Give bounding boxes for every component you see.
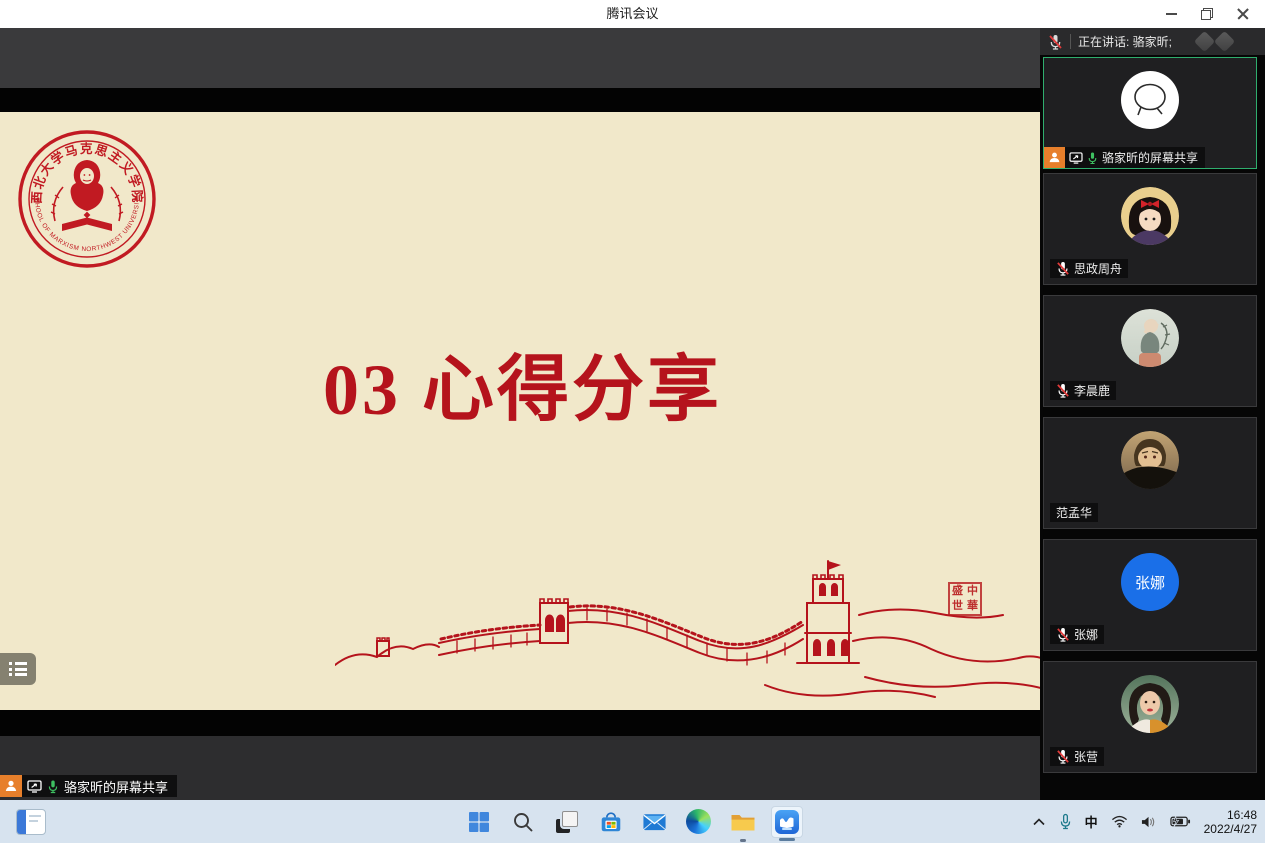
mail-icon xyxy=(642,811,667,833)
clock-time: 16:48 xyxy=(1204,808,1257,822)
mic-muted-icon xyxy=(1056,261,1070,276)
windows-logo-icon xyxy=(468,811,490,833)
seal-char: 盛 xyxy=(950,584,965,599)
participant-name: 思政周舟 xyxy=(1074,260,1122,277)
sharer-name: 骆家昕的屏幕共享 xyxy=(64,777,168,796)
slide-title: 03 心得分享 xyxy=(0,330,1045,435)
letterbox-top xyxy=(0,88,1045,112)
folder-icon xyxy=(730,810,756,833)
participant-label: 骆家昕的屏幕共享 xyxy=(1044,147,1205,168)
avatar-pale-illustration xyxy=(1121,309,1179,367)
minimize-button[interactable] xyxy=(1153,0,1189,28)
shared-screen-view: 西北大学马克思主义学院 SCHOOL OF MARXISM NORTHWEST … xyxy=(0,28,1045,800)
minimize-icon xyxy=(1166,13,1177,15)
avatar-initials: 张娜 xyxy=(1121,553,1179,611)
avatar-initials-text: 张娜 xyxy=(1135,572,1165,593)
participant-name: 骆家昕的屏幕共享 xyxy=(1102,149,1198,166)
speaking-header: 正在讲话: 骆家昕; xyxy=(1040,28,1265,55)
close-icon xyxy=(1237,8,1249,20)
university-logo: 西北大学马克思主义学院 SCHOOL OF MARXISM NORTHWEST … xyxy=(16,128,158,270)
participant-label: 范孟华 xyxy=(1050,503,1098,522)
shared-screen-top-strip xyxy=(0,28,1045,88)
close-button[interactable] xyxy=(1225,0,1261,28)
task-view-icon xyxy=(556,811,578,833)
avatar-doodle xyxy=(1121,71,1179,129)
screen-share-icon xyxy=(27,780,42,793)
clock[interactable]: 16:48 2022/4/27 xyxy=(1204,808,1257,836)
seal-char: 中 xyxy=(965,584,980,599)
mic-muted-icon xyxy=(1056,749,1070,764)
participant-tile[interactable]: 张营 xyxy=(1043,661,1257,773)
person-badge-icon xyxy=(1044,147,1065,168)
windows-taskbar: 中 16:48 2022/4/27 xyxy=(0,800,1265,843)
chinese-seal: 盛 中 世 華 xyxy=(948,582,982,616)
restore-button[interactable] xyxy=(1189,0,1225,28)
store-icon xyxy=(598,809,624,835)
edge-icon xyxy=(686,809,711,834)
seal-char: 世 xyxy=(950,599,965,614)
window-titlebar: 腾讯会议 xyxy=(0,0,1265,28)
participant-name: 李晨鹿 xyxy=(1074,382,1110,399)
screen-share-icon xyxy=(1069,152,1083,164)
seal-char: 華 xyxy=(965,599,980,614)
meeting-watermark-icon xyxy=(1193,32,1245,52)
mic-on-icon xyxy=(1087,151,1098,165)
mail-button[interactable] xyxy=(639,806,671,838)
speaking-label: 正在讲话: 骆家昕; xyxy=(1078,33,1172,50)
participant-tile[interactable]: 思政周舟 xyxy=(1043,173,1257,285)
participant-label: 思政周舟 xyxy=(1050,259,1128,278)
participant-name: 范孟华 xyxy=(1056,504,1092,521)
clock-date: 2022/4/27 xyxy=(1204,822,1257,836)
microsoft-store-button[interactable] xyxy=(595,806,627,838)
letterbox-bottom xyxy=(0,710,1045,736)
screen-share-banner: 骆家昕的屏幕共享 xyxy=(0,775,177,797)
great-wall-illustration xyxy=(335,545,1045,708)
participant-label: 李晨鹿 xyxy=(1050,381,1116,400)
system-tray: 中 16:48 2022/4/27 xyxy=(1032,800,1257,843)
search-icon xyxy=(512,811,534,833)
wifi-icon[interactable] xyxy=(1111,815,1128,828)
window-title: 腾讯会议 xyxy=(0,0,1265,28)
tencent-meeting-icon xyxy=(774,809,800,835)
participant-name: 张营 xyxy=(1074,748,1098,765)
tencent-meeting-button[interactable] xyxy=(771,806,803,838)
speaker-icon[interactable] xyxy=(1141,815,1157,829)
running-indicator xyxy=(740,839,746,842)
restore-icon xyxy=(1201,8,1213,20)
file-explorer-button[interactable] xyxy=(727,806,759,838)
ime-indicator[interactable]: 中 xyxy=(1085,812,1098,831)
participant-label: 张营 xyxy=(1050,747,1104,766)
task-view-button[interactable] xyxy=(551,806,583,838)
participant-name: 张娜 xyxy=(1074,626,1098,643)
mic-on-icon xyxy=(47,779,59,794)
participant-tile[interactable]: 张娜 张娜 xyxy=(1043,539,1257,651)
tray-mic-icon[interactable] xyxy=(1059,813,1072,830)
presentation-slide: 西北大学马克思主义学院 SCHOOL OF MARXISM NORTHWEST … xyxy=(0,112,1045,710)
mic-muted-icon xyxy=(1056,383,1070,398)
list-icon xyxy=(9,662,27,676)
marx-portrait xyxy=(71,160,104,211)
active-indicator xyxy=(779,838,795,841)
edge-button[interactable] xyxy=(683,806,715,838)
participant-label: 张娜 xyxy=(1050,625,1104,644)
person-badge-icon xyxy=(0,775,22,797)
participant-tile-sharer[interactable]: 骆家昕的屏幕共享 xyxy=(1043,57,1257,169)
avatar-photo-woman xyxy=(1121,675,1179,733)
mic-muted-icon xyxy=(1056,627,1070,642)
mic-muted-icon xyxy=(1048,34,1063,50)
slide-menu-button[interactable] xyxy=(0,653,36,685)
start-button[interactable] xyxy=(463,806,495,838)
avatar-anime-girl xyxy=(1121,187,1179,245)
participant-tile[interactable]: 李晨鹿 xyxy=(1043,295,1257,407)
search-button[interactable] xyxy=(507,806,539,838)
avatar-sepia-photo xyxy=(1121,431,1179,489)
participants-panel: 正在讲话: 骆家昕; 骆家昕的屏幕共享 xyxy=(1040,28,1265,800)
battery-icon[interactable] xyxy=(1170,815,1191,828)
participant-tile[interactable]: 范孟华 xyxy=(1043,417,1257,529)
window-controls xyxy=(1153,0,1261,28)
header-divider xyxy=(1070,34,1071,49)
tray-chevron-icon[interactable] xyxy=(1032,816,1046,828)
meeting-main-area: 西北大学马克思主义学院 SCHOOL OF MARXISM NORTHWEST … xyxy=(0,28,1265,800)
